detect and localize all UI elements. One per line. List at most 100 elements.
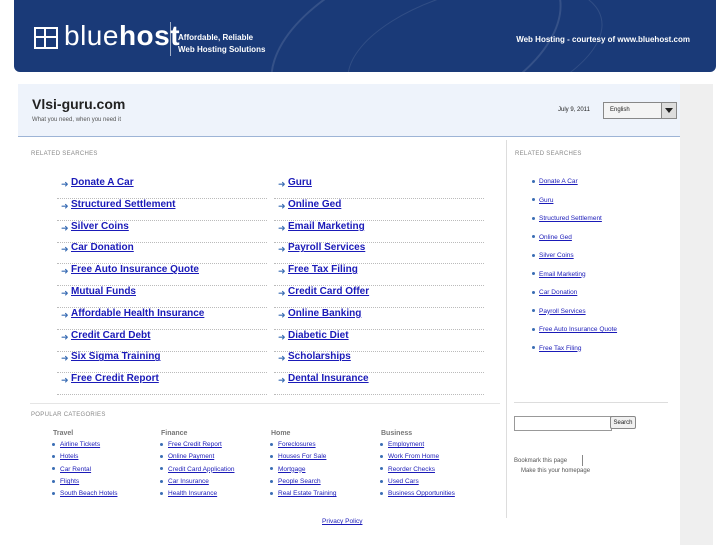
related-link[interactable]: Mutual Funds xyxy=(71,286,136,297)
search-input[interactable] xyxy=(514,416,612,431)
category-link[interactable]: Business Opportunities xyxy=(388,490,455,497)
related-link-item[interactable]: ➜ Credit Card Debt xyxy=(57,329,267,352)
language-select[interactable]: English xyxy=(603,102,677,119)
bookmark-link[interactable]: Bookmark this page xyxy=(514,458,567,464)
related-link[interactable]: Online Ged xyxy=(288,199,341,210)
side-link[interactable]: Online Ged xyxy=(539,234,572,241)
related-link[interactable]: Scholarships xyxy=(288,351,351,362)
category-item[interactable]: Houses For Sale xyxy=(270,453,337,465)
related-link[interactable]: Payroll Services xyxy=(288,242,365,253)
related-link-item[interactable]: ➜ Diabetic Diet xyxy=(274,329,484,352)
category-link[interactable]: Car Rental xyxy=(60,466,91,473)
category-item[interactable]: Online Payment xyxy=(160,453,234,465)
related-link-item[interactable]: ➜ Credit Card Offer xyxy=(274,285,484,308)
related-link[interactable]: Email Marketing xyxy=(288,221,365,232)
category-item[interactable]: Hotels xyxy=(52,453,117,465)
category-link[interactable]: Foreclosures xyxy=(278,441,316,448)
privacy-policy-link[interactable]: Privacy Policy xyxy=(322,518,362,525)
category-item[interactable]: Health Insurance xyxy=(160,490,234,502)
related-link[interactable]: Donate A Car xyxy=(71,177,134,188)
category-link[interactable]: Reorder Checks xyxy=(388,466,435,473)
side-link-item[interactable]: Free Auto Insurance Quote xyxy=(532,326,617,333)
side-link[interactable]: Donate A Car xyxy=(539,178,578,185)
side-link-item[interactable]: Free Tax Filing xyxy=(532,345,582,352)
side-link[interactable]: Email Marketing xyxy=(539,271,586,278)
related-link-item[interactable]: ➜ Online Ged xyxy=(274,198,484,221)
related-link[interactable]: Structured Settlement xyxy=(71,199,175,210)
related-link-item[interactable]: ➜ Email Marketing xyxy=(274,220,484,243)
category-item[interactable]: Credit Card Application xyxy=(160,466,234,478)
category-item[interactable]: Business Opportunities xyxy=(380,490,455,502)
homepage-link[interactable]: Make this your homepage xyxy=(521,468,590,474)
related-link[interactable]: Car Donation xyxy=(71,242,134,253)
privacy-policy-anchor[interactable]: Privacy Policy xyxy=(322,518,362,525)
side-link-item[interactable]: Payroll Services xyxy=(532,308,586,315)
related-link[interactable]: Credit Card Offer xyxy=(288,286,369,297)
language-dropdown-button[interactable] xyxy=(661,103,676,118)
category-link[interactable]: Flights xyxy=(60,478,79,485)
category-link[interactable]: Free Credit Report xyxy=(168,441,222,448)
category-link[interactable]: Used Cars xyxy=(388,478,419,485)
category-item[interactable]: South Beach Hotels xyxy=(52,490,117,502)
category-item[interactable]: Airline Tickets xyxy=(52,441,117,453)
banner-courtesy-text[interactable]: Web Hosting - courtesy of www.bluehost.c… xyxy=(516,35,690,44)
category-link[interactable]: Mortgage xyxy=(278,466,305,473)
side-link[interactable]: Structured Settlement xyxy=(539,215,602,222)
related-link-item[interactable]: ➜ Silver Coins xyxy=(57,220,267,243)
side-link[interactable]: Car Donation xyxy=(539,289,577,296)
category-item[interactable]: Car Rental xyxy=(52,466,117,478)
side-link-item[interactable]: Donate A Car xyxy=(532,178,578,185)
search-button[interactable]: Search xyxy=(610,416,636,429)
category-item[interactable]: Mortgage xyxy=(270,466,337,478)
related-link[interactable]: Dental Insurance xyxy=(288,373,369,384)
related-link-item[interactable]: ➜ Dental Insurance xyxy=(274,372,484,396)
side-link-item[interactable]: Silver Coins xyxy=(532,252,574,259)
bluehost-logo[interactable]: bluehost xyxy=(64,20,180,52)
related-link-item[interactable]: ➜ Affordable Health Insurance xyxy=(57,307,267,330)
related-link-item[interactable]: ➜ Car Donation xyxy=(57,241,267,265)
related-link-item[interactable]: ➜ Payroll Services xyxy=(274,241,484,265)
category-item[interactable]: Employment xyxy=(380,441,455,453)
related-link-item[interactable]: ➜ Structured Settlement xyxy=(57,198,267,221)
category-link[interactable]: People Search xyxy=(278,478,321,485)
related-link-item[interactable]: ➜ Free Tax Filing xyxy=(274,263,484,287)
category-link[interactable]: Car Insurance xyxy=(168,478,209,485)
related-link[interactable]: Free Credit Report xyxy=(71,373,159,384)
side-link[interactable]: Free Auto Insurance Quote xyxy=(539,326,617,333)
related-link[interactable]: Silver Coins xyxy=(71,221,129,232)
related-link-item[interactable]: ➜ Free Credit Report xyxy=(57,372,267,396)
category-link[interactable]: Hotels xyxy=(60,453,78,460)
related-link[interactable]: Six Sigma Training xyxy=(71,351,160,362)
related-link-item[interactable]: ➜ Six Sigma Training xyxy=(57,350,267,374)
category-link[interactable]: Work From Home xyxy=(388,453,439,460)
side-link-item[interactable]: Email Marketing xyxy=(532,271,586,278)
category-item[interactable]: People Search xyxy=(270,478,337,490)
category-link[interactable]: South Beach Hotels xyxy=(60,490,117,497)
category-link[interactable]: Employment xyxy=(388,441,424,448)
related-link[interactable]: Guru xyxy=(288,177,312,188)
category-item[interactable]: Real Estate Training xyxy=(270,490,337,502)
related-link[interactable]: Credit Card Debt xyxy=(71,330,150,341)
related-link-item[interactable]: ➜ Online Banking xyxy=(274,307,484,330)
category-link[interactable]: Credit Card Application xyxy=(168,466,234,473)
side-link-item[interactable]: Car Donation xyxy=(532,289,577,296)
side-link[interactable]: Silver Coins xyxy=(539,252,574,259)
category-item[interactable]: Reorder Checks xyxy=(380,466,455,478)
category-item[interactable]: Car Insurance xyxy=(160,478,234,490)
category-item[interactable]: Work From Home xyxy=(380,453,455,465)
related-link-item[interactable]: ➜ Free Auto Insurance Quote xyxy=(57,263,267,287)
side-link[interactable]: Guru xyxy=(539,197,553,204)
category-link[interactable]: Online Payment xyxy=(168,453,214,460)
side-link-item[interactable]: Online Ged xyxy=(532,234,572,241)
related-link-item[interactable]: ➜ Guru xyxy=(274,176,484,199)
side-link-item[interactable]: Guru xyxy=(532,197,553,204)
related-link-item[interactable]: ➜ Donate A Car xyxy=(57,176,267,199)
category-link[interactable]: Houses For Sale xyxy=(278,453,326,460)
related-link[interactable]: Affordable Health Insurance xyxy=(71,308,204,319)
related-link[interactable]: Online Banking xyxy=(288,308,361,319)
category-link[interactable]: Health Insurance xyxy=(168,490,217,497)
bluehost-banner[interactable]: bluehost Affordable, Reliable Web Hostin… xyxy=(14,0,716,72)
category-item[interactable]: Free Credit Report xyxy=(160,441,234,453)
side-link-item[interactable]: Structured Settlement xyxy=(532,215,602,222)
side-link[interactable]: Free Tax Filing xyxy=(539,345,582,352)
